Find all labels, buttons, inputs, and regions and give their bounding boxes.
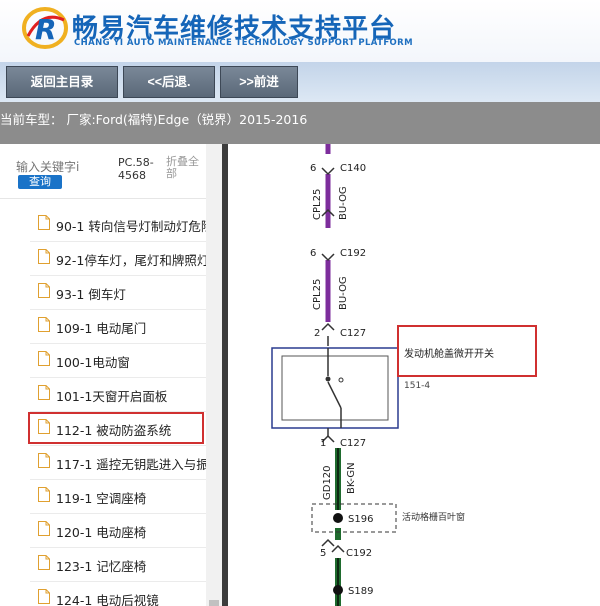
pc-code: PC.58-4568 [118, 156, 154, 182]
list-item-label: 109-1 电动尾门 [56, 321, 147, 336]
list-item-label: 100-1电动窗 [56, 355, 130, 370]
list-item[interactable]: 124-1 电动后视镜 [30, 582, 206, 606]
app-header: R 畅易汽车维修技术支持平台 CHANG YI AUTO MAINTENANCE… [0, 0, 600, 62]
switch-name-label: 发动机舱盖微开开关 [404, 347, 494, 360]
current-model-text: 当前车型： 厂家:Ford(福特)Edge（锐界）2015-2016 [0, 112, 308, 127]
c127a-label: C127 [340, 328, 366, 339]
list-item[interactable]: 93-1 倒车灯 [30, 276, 206, 310]
document-icon [38, 589, 50, 604]
hood-switch-component [271, 347, 399, 436]
document-icon [38, 453, 50, 468]
c140-label: C140 [340, 163, 366, 174]
wire1-circuit: CPL25 [312, 189, 323, 220]
back-button[interactable]: <<后退. [123, 66, 215, 98]
document-icon [38, 555, 50, 570]
list-item-label: 119-1 空调座椅 [56, 491, 147, 506]
wiring-diagram-svg: 6 C140 CPL25 BU-OG 6 C192 CPL25 BU-OG 2 … [271, 144, 537, 606]
c192b-mark [331, 544, 345, 553]
wire3-color: BK-GN [346, 462, 357, 494]
wire1-color: BU-OG [338, 186, 349, 220]
list-item-label: 93-1 倒车灯 [56, 287, 126, 302]
wire2-circuit: CPL25 [312, 279, 323, 310]
nav-bar: 返回主目录 <<后退. >>前进 [0, 62, 600, 102]
list-item[interactable]: 101-1天窗开启面板 [30, 378, 206, 412]
list-item-label: 90-1 转向信号灯制动灯危险 [56, 219, 206, 234]
document-icon [38, 249, 50, 264]
logo-icon: R [22, 7, 68, 49]
list-item[interactable]: 120-1 电动座椅 [30, 514, 206, 548]
list-item[interactable]: 109-1 电动尾门 [30, 310, 206, 344]
collapse-all-button[interactable]: 折叠全部 [166, 156, 206, 180]
c192a-pin: 6 [310, 248, 316, 259]
list-item[interactable]: 100-1电动窗 [30, 344, 206, 378]
list-item[interactable]: 123-1 记忆座椅 [30, 548, 206, 582]
search-row: 查询 PC.58-4568 折叠全部 [0, 144, 206, 192]
c140-pin: 6 [310, 163, 316, 174]
list-item-label: 117-1 遥控无钥匙进入与振 [56, 457, 206, 472]
document-icon [38, 283, 50, 298]
app-subtitle: CHANG YI AUTO MAINTENANCE TECHNOLOGY SUP… [74, 38, 413, 48]
list-item[interactable]: 119-1 空调座椅 [30, 480, 206, 514]
sidebar-divider [0, 198, 206, 199]
list-item-label: 120-1 电动座椅 [56, 525, 147, 540]
c192a-label: C192 [340, 248, 366, 259]
list-item[interactable]: 117-1 遥控无钥匙进入与振 [30, 446, 206, 480]
logo-letter: R [35, 13, 57, 46]
c192b-label: C192 [346, 548, 372, 559]
c192b-pin: 5 [320, 548, 326, 559]
document-icon [38, 317, 50, 332]
c127a-pin: 2 [314, 328, 320, 339]
c127b-label: C127 [340, 438, 366, 449]
c127b-pin: 1 [320, 438, 326, 449]
list-item-label: 101-1天窗开启面板 [56, 389, 168, 404]
splice-s196-dot [333, 513, 343, 523]
splice-s196-label: S196 [348, 514, 373, 525]
splice-s189-label: S189 [348, 586, 373, 597]
wiring-diagram: 6 C140 CPL25 BU-OG 6 C192 CPL25 BU-OG 2 … [228, 144, 600, 606]
wire3-circuit: GD120 [322, 465, 333, 500]
document-icon [38, 487, 50, 502]
sidebar-scrollbar[interactable] [206, 144, 222, 606]
document-icon [38, 385, 50, 400]
sidebar: 查询 PC.58-4568 折叠全部 90-1 转向信号灯制动灯危险 92-1停… [0, 144, 222, 606]
forward-button[interactable]: >>前进 [220, 66, 298, 98]
list-item-label: 123-1 记忆座椅 [56, 559, 147, 574]
list-item-label: 124-1 电动后视镜 [56, 593, 159, 606]
list-item[interactable]: 90-1 转向信号灯制动灯危险 [30, 208, 206, 242]
wire2-color: BU-OG [338, 276, 349, 310]
document-icon [38, 215, 50, 230]
home-button[interactable]: 返回主目录 [6, 66, 118, 98]
switch-id-label: 151-4 [404, 381, 430, 391]
document-icon [38, 521, 50, 536]
scrollbar-thumb[interactable] [209, 600, 219, 606]
model-bar: 当前车型： 厂家:Ford(福特)Edge（锐界）2015-2016 [0, 102, 600, 144]
search-input[interactable] [16, 158, 90, 176]
splice-s189-dot [333, 585, 343, 595]
search-button[interactable]: 查询 [18, 175, 62, 189]
selected-item-highlight [28, 412, 204, 444]
splice-s196-desc: 活动格栅百叶窗 [402, 511, 465, 523]
document-icon [38, 351, 50, 366]
list-item[interactable]: 92-1停车灯，尾灯和牌照灯 [30, 242, 206, 276]
list-item-label: 92-1停车灯，尾灯和牌照灯 [56, 253, 206, 268]
